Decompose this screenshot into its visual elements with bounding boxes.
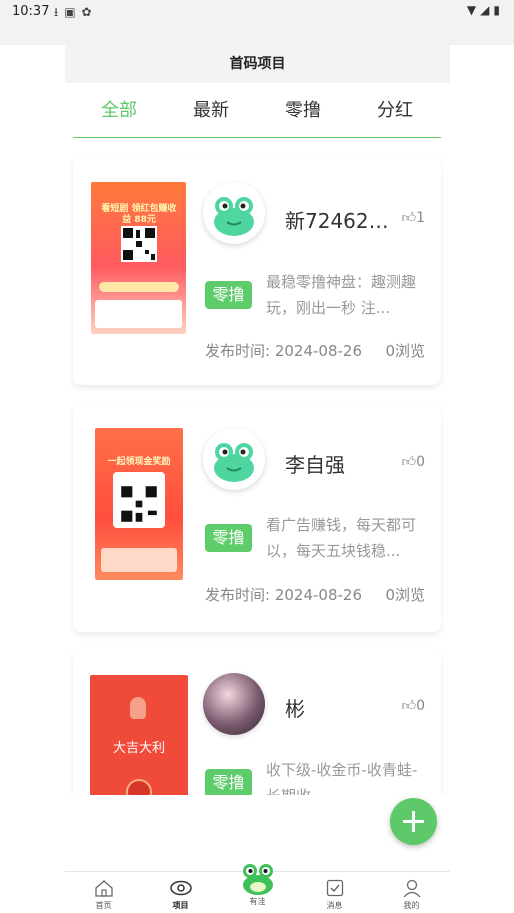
post-thumbnail[interactable]: 看短剧 领红包赚收益 88元 bbox=[91, 182, 186, 334]
lucky-bag-icon bbox=[130, 697, 146, 719]
user-icon bbox=[373, 876, 450, 900]
post-description: 看广告赚钱，每天都可以，每天五块钱稳... bbox=[266, 516, 417, 560]
page-title: 首码项目 bbox=[65, 45, 450, 83]
avatar[interactable] bbox=[203, 428, 265, 490]
post-list[interactable]: 看短剧 领红包赚收益 88元 新724628... 👍︎1 零撸 最稳零撸神盘：… bbox=[65, 140, 450, 795]
nav-label: 我的 bbox=[403, 901, 420, 910]
nav-profile[interactable]: 我的 bbox=[373, 872, 450, 913]
publish-time: 发布时间: 2024-08-26 bbox=[205, 342, 363, 360]
thumbnail-headline: 大吉大利 bbox=[112, 741, 165, 756]
category-tag[interactable]: 零撸 bbox=[205, 524, 252, 552]
thumbs-up-icon: 👍︎ bbox=[401, 210, 417, 226]
view-count: 0浏览 bbox=[385, 342, 425, 360]
nav-label: 首页 bbox=[95, 901, 112, 910]
qr-code bbox=[121, 486, 157, 522]
tab-dividend[interactable]: 分红 bbox=[349, 88, 441, 137]
nav-label: 有洼 bbox=[249, 897, 266, 906]
tab-all[interactable]: 全部 bbox=[73, 88, 165, 137]
thumbnail-banner bbox=[99, 282, 179, 292]
post-description: 最稳零撸神盘：趣测趣玩，刚出一秒 注... bbox=[266, 273, 417, 317]
post-thumbnail[interactable]: 大吉大利 bbox=[90, 675, 188, 795]
photo-icon: ▣ bbox=[64, 5, 82, 19]
post-card[interactable]: 一起领现金奖励 李自强 👍︎0 零撸 看广告赚钱，每天都可以，每天五块钱稳...… bbox=[73, 402, 441, 632]
like-count[interactable]: 👍︎1 bbox=[401, 209, 425, 226]
nav-label: 项目 bbox=[172, 901, 189, 910]
like-count[interactable]: 👍︎0 bbox=[401, 697, 425, 714]
bottom-nav: 首页 项目 有洼 消息 我的 bbox=[65, 864, 450, 913]
qr-card bbox=[113, 472, 165, 528]
nav-projects[interactable]: 项目 bbox=[142, 872, 219, 913]
thumbs-up-icon: 👍︎ bbox=[401, 454, 417, 470]
coin-icon bbox=[126, 779, 152, 795]
nav-frog[interactable]: 有洼 bbox=[219, 864, 296, 913]
frog-icon bbox=[219, 858, 296, 896]
post-description: 收下级-收金币-收青蛙-长期收 bbox=[266, 761, 418, 795]
tab-zero-cost[interactable]: 零撸 bbox=[257, 88, 349, 137]
category-tag[interactable]: 零撸 bbox=[205, 281, 252, 309]
thumbs-up-icon: 👍︎ bbox=[401, 698, 417, 714]
post-card[interactable]: 看短剧 领红包赚收益 88元 新724628... 👍︎1 零撸 最稳零撸神盘：… bbox=[73, 155, 441, 385]
system-icons: ▼◢▮ bbox=[467, 3, 504, 17]
checkbox-icon bbox=[296, 876, 373, 900]
nav-messages[interactable]: 消息 bbox=[296, 872, 373, 913]
eye-icon bbox=[142, 876, 219, 900]
nav-label: 消息 bbox=[326, 901, 343, 910]
post-thumbnail[interactable]: 一起领现金奖励 bbox=[95, 428, 183, 580]
signal-icon: ◢ bbox=[480, 3, 494, 17]
thumbnail-headline: 看短剧 领红包赚收益 88元 bbox=[101, 204, 177, 225]
download-icon: ⭳ bbox=[54, 5, 65, 19]
avatar[interactable] bbox=[203, 182, 265, 244]
post-card[interactable]: 大吉大利 彬 👍︎0 零撸 收下级-收金币-收青蛙-长期收 bbox=[73, 648, 441, 795]
category-tag[interactable]: 零撸 bbox=[205, 769, 252, 795]
status-time: 10:37 bbox=[12, 4, 50, 19]
wifi-icon: ▼ bbox=[466, 3, 481, 17]
thumbnail-footer bbox=[101, 548, 177, 572]
category-tabs: 全部 最新 零撸 分红 bbox=[73, 88, 441, 138]
view-count: 0浏览 bbox=[385, 586, 425, 604]
author-name: 新724628... bbox=[285, 209, 395, 233]
notification-icons: ⭳▣✿ bbox=[54, 3, 98, 24]
tab-latest[interactable]: 最新 bbox=[165, 88, 257, 137]
status-bar: 10:37 ⭳▣✿ ▼◢▮ bbox=[0, 0, 514, 45]
battery-icon: ▮ bbox=[493, 3, 504, 17]
avatar[interactable] bbox=[203, 673, 265, 735]
add-post-button[interactable] bbox=[390, 798, 437, 845]
home-icon bbox=[65, 876, 142, 900]
thumbnail-headline: 一起领现金奖励 bbox=[107, 457, 171, 467]
bug-icon: ✿ bbox=[81, 5, 98, 19]
publish-time: 发布时间: 2024-08-26 bbox=[205, 586, 363, 604]
author-name: 彬 bbox=[285, 697, 305, 721]
thumbnail-footer bbox=[95, 300, 182, 328]
like-count[interactable]: 👍︎0 bbox=[401, 453, 425, 470]
frog-icon bbox=[214, 197, 254, 236]
qr-code bbox=[121, 226, 157, 262]
frog-icon bbox=[214, 443, 254, 482]
author-name: 李自强 bbox=[285, 453, 345, 477]
nav-home[interactable]: 首页 bbox=[65, 872, 142, 913]
